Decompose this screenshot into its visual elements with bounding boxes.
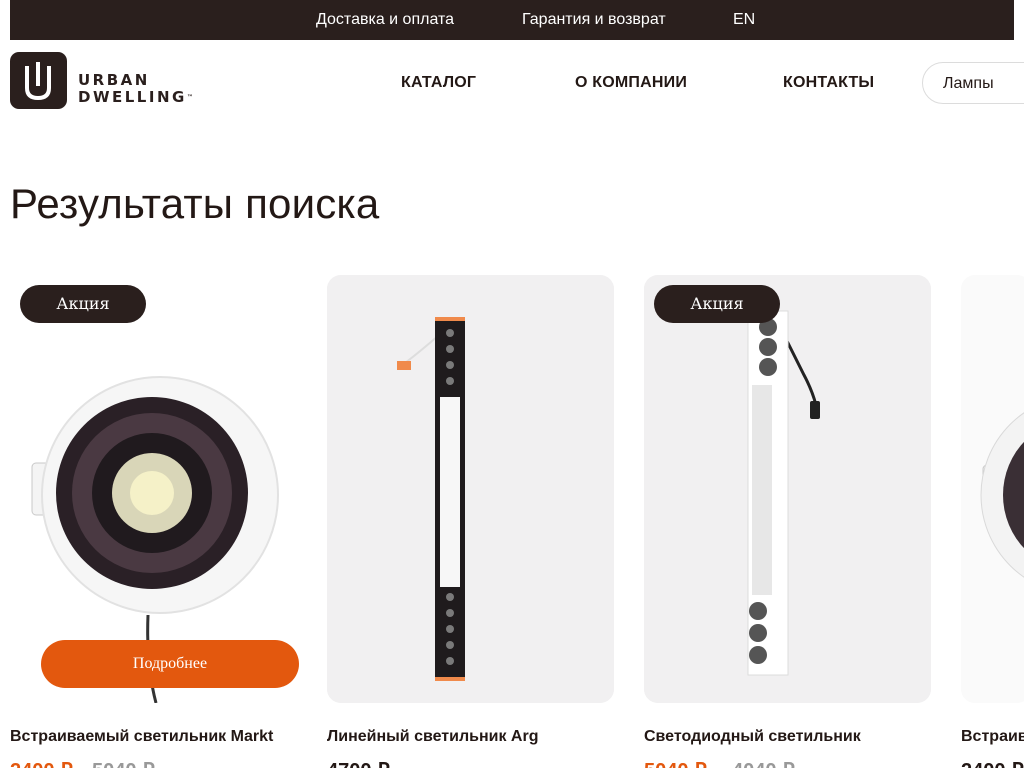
nav-about[interactable]: О КОМПАНИИ <box>575 74 687 92</box>
product-price: 2400 ₽ <box>10 758 73 768</box>
product-name[interactable]: Светодиодный светильник <box>644 728 861 746</box>
product-image-led-light <box>644 275 931 703</box>
product-card-image[interactable] <box>10 275 297 703</box>
product-name[interactable]: Встраиваемый светильник Markt <box>10 728 273 746</box>
search-input[interactable] <box>943 73 1024 95</box>
nav-catalog[interactable]: КАТАЛОГ <box>401 74 476 92</box>
product-price: 2400 ₽ <box>961 758 1024 768</box>
logo[interactable]: URBAN DWELLING™ <box>10 52 230 110</box>
product-image-downlight <box>10 275 297 703</box>
delivery-link[interactable]: Доставка и оплата <box>316 11 454 29</box>
product-name[interactable]: Линейный светильник Arg <box>327 728 538 746</box>
product-price: 5040 ₽ <box>644 758 707 768</box>
sale-badge: Акция <box>654 285 780 323</box>
brand-line-1: URBAN <box>78 71 150 89</box>
product-image-downlight-partial <box>961 275 1024 703</box>
logo-mark-icon <box>10 52 67 109</box>
product-name[interactable]: Встраив <box>961 728 1024 746</box>
trademark: ™ <box>186 94 193 101</box>
product-old-price: 5040 ₽ <box>92 758 155 768</box>
search-box <box>922 62 1024 104</box>
product-card-image[interactable] <box>961 275 1024 703</box>
product-price: 4700 ₽ <box>327 758 390 768</box>
warranty-link[interactable]: Гарантия и возврат <box>522 11 666 29</box>
product-card-image[interactable] <box>327 275 614 703</box>
language-link[interactable]: EN <box>733 11 755 29</box>
product-image-linear-light <box>327 275 614 703</box>
brand-line-2: DWELLING <box>78 88 187 106</box>
product-card-image[interactable] <box>644 275 931 703</box>
sale-badge: Акция <box>20 285 146 323</box>
product-old-price: 4040 ₽ <box>732 758 795 768</box>
nav-contacts[interactable]: КОНТАКТЫ <box>783 74 874 92</box>
top-bar: Доставка и оплата Гарантия и возврат EN <box>10 0 1014 40</box>
page-title: Результаты поиска <box>10 180 380 227</box>
brand-name: URBAN DWELLING™ <box>78 72 193 106</box>
details-button[interactable]: Подробнее <box>41 640 299 688</box>
